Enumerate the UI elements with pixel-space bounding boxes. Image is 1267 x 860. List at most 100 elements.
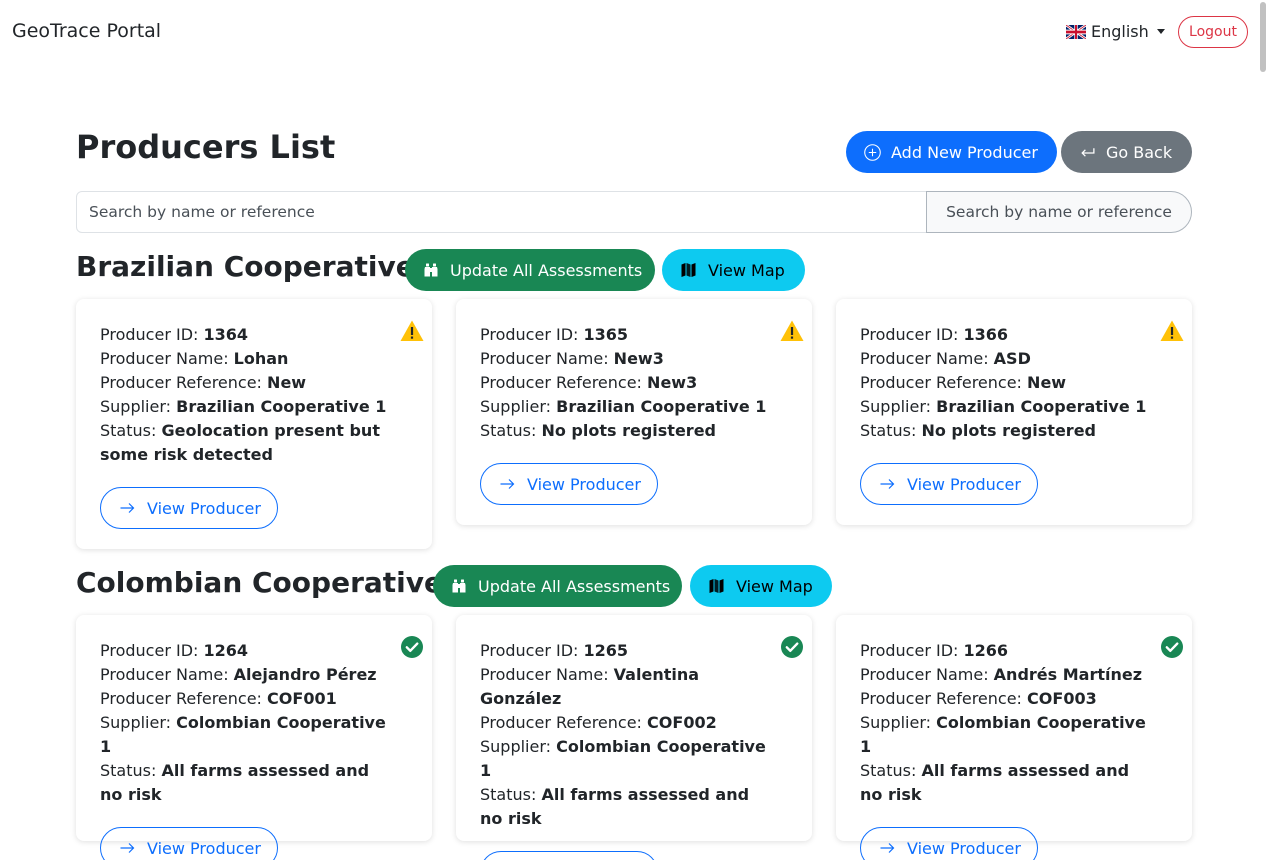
uk-flag-icon	[1066, 24, 1086, 39]
supplier-name: Brazilian Cooperative 1	[556, 397, 767, 416]
update-all-label: Update All Assessments	[478, 576, 671, 596]
producer-name: New3	[613, 349, 664, 368]
add-new-producer-button[interactable]: Add New Producer	[846, 131, 1057, 173]
group-title-colombian: Colombian Cooperative 1	[76, 566, 473, 599]
view-producer-button[interactable]: View Producer	[480, 851, 658, 860]
map-icon	[681, 263, 696, 277]
supplier-line: Supplier: Colombian Cooperative 1	[480, 737, 766, 780]
view-producer-button[interactable]: View Producer	[480, 463, 658, 505]
status-line: Status: No plots registered	[860, 421, 1096, 440]
view-producer-button[interactable]: View Producer	[100, 487, 278, 529]
producer-reference: COF003	[1027, 689, 1097, 708]
supplier-line: Supplier: Colombian Cooperative 1	[860, 713, 1146, 756]
supplier-line: Supplier: Brazilian Cooperative 1	[860, 397, 1147, 416]
search-input[interactable]	[76, 191, 927, 233]
producer-id: 1265	[583, 641, 629, 660]
page-scrollbar[interactable]	[1258, 0, 1267, 860]
producer-name-line: Producer Name: New3	[480, 349, 664, 368]
binoculars-icon	[424, 263, 438, 277]
producer-reference-line: Producer Reference: COF002	[480, 713, 717, 732]
producer-name: Andrés Martínez	[993, 665, 1143, 684]
status-line: Status: All farms assessed and no risk	[480, 785, 750, 828]
check-circle-icon	[1161, 636, 1183, 658]
producer-id-line: Producer ID: 1364	[100, 325, 249, 344]
producer-name-line: Producer Name: ASD	[860, 349, 1031, 368]
arrow-right-icon	[500, 479, 515, 489]
view-producer-button[interactable]: View Producer	[100, 827, 278, 860]
view-producer-button[interactable]: View Producer	[860, 463, 1038, 505]
supplier-line: Supplier: Colombian Cooperative 1	[100, 713, 386, 756]
producer-card: Producer ID: 1264 Producer Name: Alejand…	[76, 615, 432, 860]
arrow-right-icon	[880, 843, 895, 853]
view-map-label: View Map	[708, 260, 785, 280]
return-arrow-icon	[1081, 147, 1095, 157]
status-line: Status: All farms assessed and no risk	[860, 761, 1130, 804]
producer-card: Producer ID: 1265 Producer Name: Valenti…	[456, 615, 812, 860]
producer-reference-line: Producer Reference: COF003	[860, 689, 1097, 708]
brand-title[interactable]: GeoTrace Portal	[12, 20, 161, 42]
producer-id: 1266	[963, 641, 1009, 660]
status-text: No plots registered	[541, 421, 716, 440]
producer-name: Alejandro Pérez	[233, 665, 377, 684]
plus-circle-icon	[864, 143, 881, 161]
binoculars-icon	[452, 579, 466, 593]
supplier-line: Supplier: Brazilian Cooperative 1	[480, 397, 767, 416]
chevron-down-icon	[1156, 29, 1165, 34]
producer-card: Producer ID: 1364 Producer Name: Lohan P…	[76, 299, 432, 549]
status-line: Status: Geolocation present but some ris…	[100, 421, 380, 464]
supplier-name: Brazilian Cooperative 1	[176, 397, 387, 416]
producer-id-line: Producer ID: 1265	[480, 641, 629, 660]
producer-name-line: Producer Name: Andrés Martínez	[860, 665, 1143, 684]
warning-icon	[400, 320, 424, 341]
producer-reference: New	[1027, 373, 1067, 392]
producer-card: Producer ID: 1266 Producer Name: Andrés …	[836, 615, 1192, 860]
add-new-producer-label: Add New Producer	[891, 142, 1038, 162]
scrollbar-thumb[interactable]	[1260, 2, 1266, 72]
producer-id: 1366	[963, 325, 1009, 344]
producer-reference: New	[267, 373, 307, 392]
warning-icon	[1160, 320, 1184, 341]
arrow-right-icon	[880, 479, 895, 489]
view-map-label: View Map	[736, 576, 813, 596]
update-all-assessments-button[interactable]: Update All Assessments	[433, 565, 682, 607]
view-producer-button[interactable]: View Producer	[860, 827, 1038, 860]
producer-name-line: Producer Name: Valentina González	[480, 665, 700, 708]
update-all-assessments-button[interactable]: Update All Assessments	[405, 249, 655, 291]
producer-id-line: Producer ID: 1365	[480, 325, 629, 344]
arrow-right-icon	[120, 503, 135, 513]
navbar: GeoTrace Portal English Logout	[0, 0, 1267, 64]
producer-reference-line: Producer Reference: COF001	[100, 689, 337, 708]
producer-reference: COF002	[647, 713, 717, 732]
producer-id-line: Producer ID: 1266	[860, 641, 1009, 660]
producer-id: 1264	[203, 641, 249, 660]
producer-id-line: Producer ID: 1264	[100, 641, 249, 660]
go-back-button[interactable]: Go Back	[1061, 131, 1192, 173]
producer-card: Producer ID: 1365 Producer Name: New3 Pr…	[456, 299, 812, 525]
check-circle-icon	[401, 636, 423, 658]
status-line: Status: No plots registered	[480, 421, 716, 440]
producer-name-line: Producer Name: Lohan	[100, 349, 289, 368]
page-title: Producers List	[76, 128, 336, 166]
warning-icon	[780, 320, 804, 341]
supplier-line: Supplier: Brazilian Cooperative 1	[100, 397, 387, 416]
producer-reference: New3	[647, 373, 698, 392]
producer-name: Lohan	[233, 349, 289, 368]
map-icon	[709, 579, 724, 593]
producer-name-line: Producer Name: Alejandro Pérez	[100, 665, 377, 684]
producer-reference-line: Producer Reference: New3	[480, 373, 698, 392]
logout-button[interactable]: Logout	[1178, 16, 1248, 48]
producer-reference: COF001	[267, 689, 337, 708]
producer-reference-line: Producer Reference: New	[100, 373, 307, 392]
view-map-button[interactable]: View Map	[690, 565, 832, 607]
language-dropdown[interactable]: English	[1066, 22, 1165, 41]
go-back-label: Go Back	[1106, 142, 1173, 162]
check-circle-icon	[781, 636, 803, 658]
supplier-name: Brazilian Cooperative 1	[936, 397, 1147, 416]
producer-id-line: Producer ID: 1366	[860, 325, 1009, 344]
update-all-label: Update All Assessments	[450, 260, 643, 280]
producer-card: Producer ID: 1366 Producer Name: ASD Pro…	[836, 299, 1192, 525]
view-map-button[interactable]: View Map	[662, 249, 805, 291]
producer-name: ASD	[993, 349, 1031, 368]
producer-id: 1365	[583, 325, 629, 344]
search-addon[interactable]: Search by name or reference	[926, 191, 1192, 233]
